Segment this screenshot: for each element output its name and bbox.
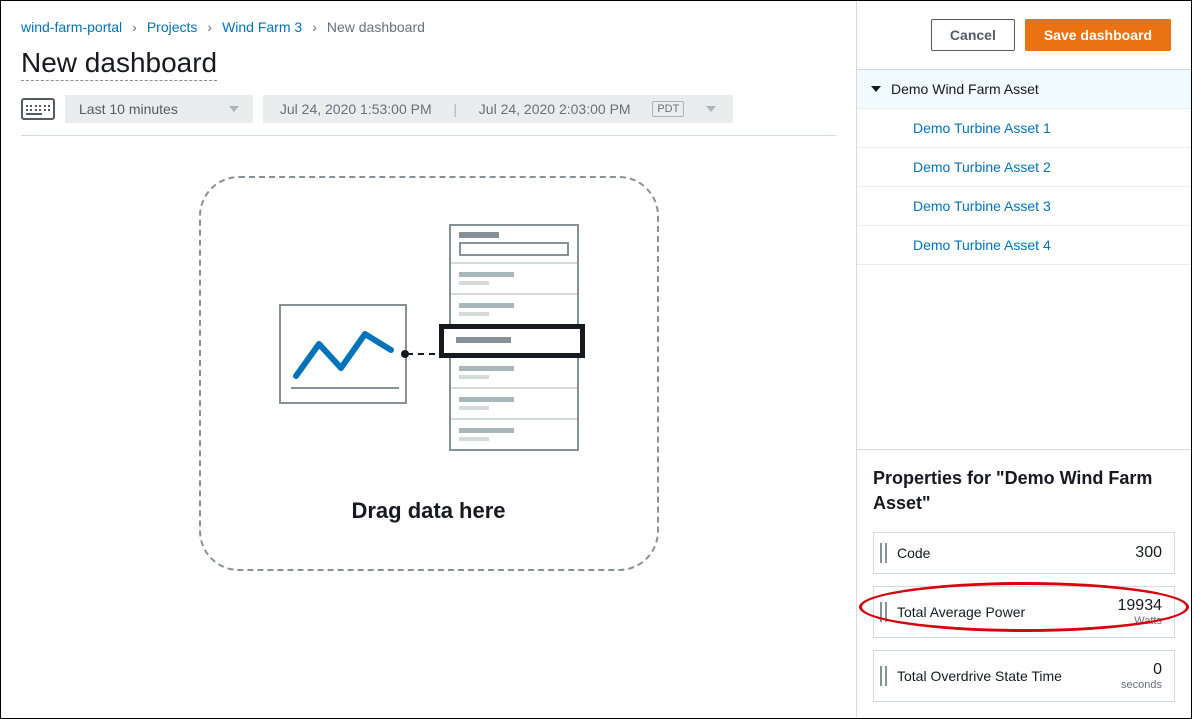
cancel-button[interactable]: Cancel (931, 19, 1015, 51)
breadcrumb: wind-farm-portal › Projects › Wind Farm … (21, 19, 836, 35)
grip-icon (880, 543, 887, 563)
drop-zone[interactable]: Drag data here (199, 176, 659, 571)
asset-tree: Demo Wind Farm Asset Demo Turbine Asset … (857, 69, 1191, 265)
asset-tree-child[interactable]: Demo Turbine Asset 3 (857, 187, 1191, 226)
property-unit: seconds (1121, 679, 1162, 691)
asset-tree-parent-label: Demo Wind Farm Asset (891, 81, 1039, 97)
breadcrumb-link-portal[interactable]: wind-farm-portal (21, 19, 122, 35)
property-name: Total Average Power (897, 604, 1108, 620)
property-name: Code (897, 545, 1125, 561)
asset-tree-child[interactable]: Demo Turbine Asset 4 (857, 226, 1191, 265)
chevron-right-icon: › (312, 19, 317, 35)
caret-down-icon (706, 106, 716, 112)
time-range-end: Jul 24, 2020 2:03:00 PM (479, 101, 631, 117)
time-range-picker[interactable]: Jul 24, 2020 1:53:00 PM | Jul 24, 2020 2… (263, 95, 733, 123)
divider (21, 135, 836, 136)
caret-down-icon (229, 106, 239, 112)
asset-tree-parent[interactable]: Demo Wind Farm Asset (857, 70, 1191, 109)
breadcrumb-link-projects[interactable]: Projects (147, 19, 198, 35)
time-bar: Last 10 minutes Jul 24, 2020 1:53:00 PM … (21, 95, 836, 123)
asset-tree-child[interactable]: Demo Turbine Asset 2 (857, 148, 1191, 187)
time-preset-select[interactable]: Last 10 minutes (65, 95, 253, 123)
grip-icon (880, 666, 887, 686)
divider: | (453, 101, 457, 117)
properties-panel: Properties for "Demo Wind Farm Asset" Co… (857, 449, 1191, 718)
save-dashboard-button[interactable]: Save dashboard (1025, 19, 1171, 51)
chevron-right-icon: › (132, 19, 137, 35)
breadcrumb-current: New dashboard (327, 19, 425, 35)
time-preset-label: Last 10 minutes (79, 101, 178, 117)
properties-title: Properties for "Demo Wind Farm Asset" (873, 466, 1175, 516)
time-range-start: Jul 24, 2020 1:53:00 PM (280, 101, 432, 117)
chevron-right-icon: › (207, 19, 212, 35)
page-title[interactable]: New dashboard (21, 47, 217, 81)
breadcrumb-link-windfarm3[interactable]: Wind Farm 3 (222, 19, 302, 35)
property-name: Total Overdrive State Time (897, 668, 1111, 684)
property-value: 300 (1135, 544, 1162, 561)
asset-tree-child[interactable]: Demo Turbine Asset 1 (857, 109, 1191, 148)
property-card-total-overdrive-state-time[interactable]: Total Overdrive State Time 0 seconds (873, 650, 1175, 702)
property-unit: Watts (1118, 615, 1163, 627)
property-card-code[interactable]: Code 300 (873, 532, 1175, 574)
drop-zone-label: Drag data here (351, 498, 505, 524)
timezone-badge: PDT (652, 101, 684, 117)
triangle-down-icon (871, 86, 881, 92)
sidebar-actions: Cancel Save dashboard (857, 1, 1191, 69)
grip-icon (880, 602, 887, 622)
property-value: 0 (1153, 661, 1162, 678)
keyboard-icon[interactable] (21, 98, 55, 120)
property-card-total-average-power[interactable]: Total Average Power 19934 Watts (873, 586, 1175, 638)
property-value: 19934 (1118, 597, 1163, 614)
drop-zone-illustration (279, 224, 579, 464)
